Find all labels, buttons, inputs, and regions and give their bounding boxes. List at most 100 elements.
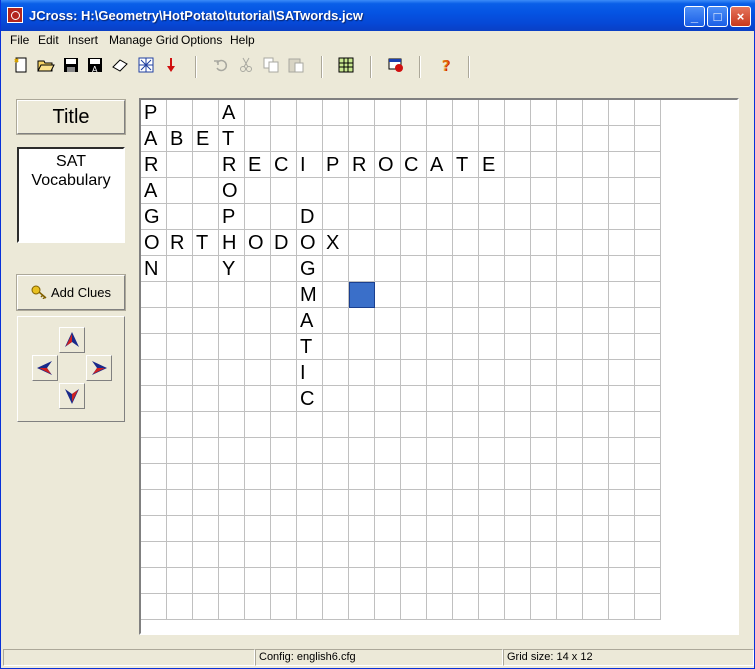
grid-cell[interactable]: O [297, 230, 323, 256]
grid-cell[interactable] [427, 204, 453, 230]
grid-cell[interactable]: P [219, 204, 245, 230]
grid-cell[interactable]: D [271, 230, 297, 256]
grid-cell[interactable] [427, 542, 453, 568]
grid-cell[interactable]: P [141, 100, 167, 126]
grid-cell[interactable] [167, 386, 193, 412]
grid-cell[interactable] [531, 308, 557, 334]
grid-cell[interactable] [635, 282, 661, 308]
grid-cell[interactable] [479, 334, 505, 360]
app-icon[interactable] [7, 7, 23, 23]
crossword-grid-panel[interactable]: PAABETRRECIPROCATEAOGPDORTHODOXNYGMATIC [139, 98, 739, 635]
grid-cell[interactable] [219, 438, 245, 464]
grid-cell[interactable] [453, 282, 479, 308]
grid-cell[interactable]: C [401, 152, 427, 178]
grid-cell[interactable] [401, 516, 427, 542]
grid-cell[interactable] [349, 230, 375, 256]
grid-cell[interactable] [583, 386, 609, 412]
eraser-icon[interactable] [111, 56, 129, 74]
grid-cell[interactable] [167, 282, 193, 308]
grid-cell[interactable] [557, 516, 583, 542]
grid-cell[interactable] [141, 542, 167, 568]
grid-cell[interactable] [271, 256, 297, 282]
grid-cell[interactable] [193, 256, 219, 282]
grid-cell[interactable] [401, 464, 427, 490]
grid-cell[interactable] [323, 360, 349, 386]
grid-cell[interactable] [245, 568, 271, 594]
grid-cell[interactable] [323, 100, 349, 126]
grid-cell[interactable] [505, 308, 531, 334]
grid-cell[interactable] [271, 594, 297, 620]
grid-cell[interactable] [375, 438, 401, 464]
grid-cell[interactable] [245, 542, 271, 568]
grid-cell[interactable] [479, 282, 505, 308]
grid-cell[interactable] [297, 542, 323, 568]
grid-cell[interactable] [193, 282, 219, 308]
grid-cell[interactable] [271, 438, 297, 464]
grid-cell[interactable] [427, 334, 453, 360]
grid-cell[interactable] [635, 126, 661, 152]
grid-cell[interactable] [271, 542, 297, 568]
grid-cell[interactable] [271, 516, 297, 542]
grid-cell[interactable] [557, 594, 583, 620]
grid-cell[interactable]: M [297, 282, 323, 308]
grid-cell[interactable] [453, 516, 479, 542]
grid-cell[interactable] [245, 178, 271, 204]
grid-cell[interactable] [271, 178, 297, 204]
grid-cell[interactable] [349, 100, 375, 126]
grid-cell[interactable] [531, 594, 557, 620]
grid-cell[interactable] [401, 490, 427, 516]
grid-cell[interactable] [349, 594, 375, 620]
grid-cell[interactable] [401, 438, 427, 464]
grid-cell[interactable] [271, 412, 297, 438]
grid-cell[interactable] [635, 542, 661, 568]
grid-cell[interactable] [401, 178, 427, 204]
grid-cell[interactable] [323, 490, 349, 516]
grid-cell[interactable] [245, 256, 271, 282]
grid-cell[interactable]: X [323, 230, 349, 256]
arrow-left-button[interactable] [32, 355, 58, 381]
grid-cell[interactable] [557, 178, 583, 204]
grid-cell[interactable] [219, 334, 245, 360]
grid-cell[interactable] [505, 464, 531, 490]
grid-cell[interactable] [609, 542, 635, 568]
grid-cell[interactable] [505, 386, 531, 412]
grid-cell[interactable] [531, 204, 557, 230]
grid-cell[interactable]: D [297, 204, 323, 230]
grid-cell[interactable] [479, 438, 505, 464]
grid-cell[interactable]: A [141, 178, 167, 204]
grid-cell[interactable] [427, 438, 453, 464]
save-as-icon[interactable]: A [86, 56, 104, 74]
grid-cell[interactable] [583, 334, 609, 360]
grid-cell[interactable] [245, 516, 271, 542]
grid-cell[interactable] [531, 516, 557, 542]
grid-cell[interactable] [557, 334, 583, 360]
grid-cell[interactable] [453, 568, 479, 594]
grid-cell[interactable] [557, 438, 583, 464]
grid-cell[interactable] [141, 308, 167, 334]
grid-cell[interactable] [271, 360, 297, 386]
grid-cell[interactable] [219, 282, 245, 308]
grid-cell[interactable] [401, 308, 427, 334]
grid-cell[interactable]: O [245, 230, 271, 256]
grid-cell[interactable] [609, 308, 635, 334]
grid-cell[interactable] [557, 568, 583, 594]
grid-cell[interactable] [479, 490, 505, 516]
grid-cell[interactable] [583, 126, 609, 152]
grid-cell[interactable] [375, 334, 401, 360]
grid-cell[interactable] [453, 360, 479, 386]
grid-cell[interactable] [453, 386, 479, 412]
grid-cell[interactable] [375, 412, 401, 438]
grid-cell[interactable] [141, 594, 167, 620]
grid-cell[interactable] [245, 412, 271, 438]
grid-cell[interactable] [323, 386, 349, 412]
grid-cell[interactable] [349, 178, 375, 204]
grid-cell[interactable] [609, 568, 635, 594]
grid-cell[interactable]: R [219, 152, 245, 178]
grid-cell[interactable] [323, 256, 349, 282]
grid-cell[interactable] [245, 308, 271, 334]
grid-cell[interactable] [271, 308, 297, 334]
grid-cell[interactable] [349, 516, 375, 542]
grid-cell[interactable] [453, 412, 479, 438]
grid-cell[interactable] [505, 542, 531, 568]
down-arrow-icon[interactable] [162, 56, 180, 74]
